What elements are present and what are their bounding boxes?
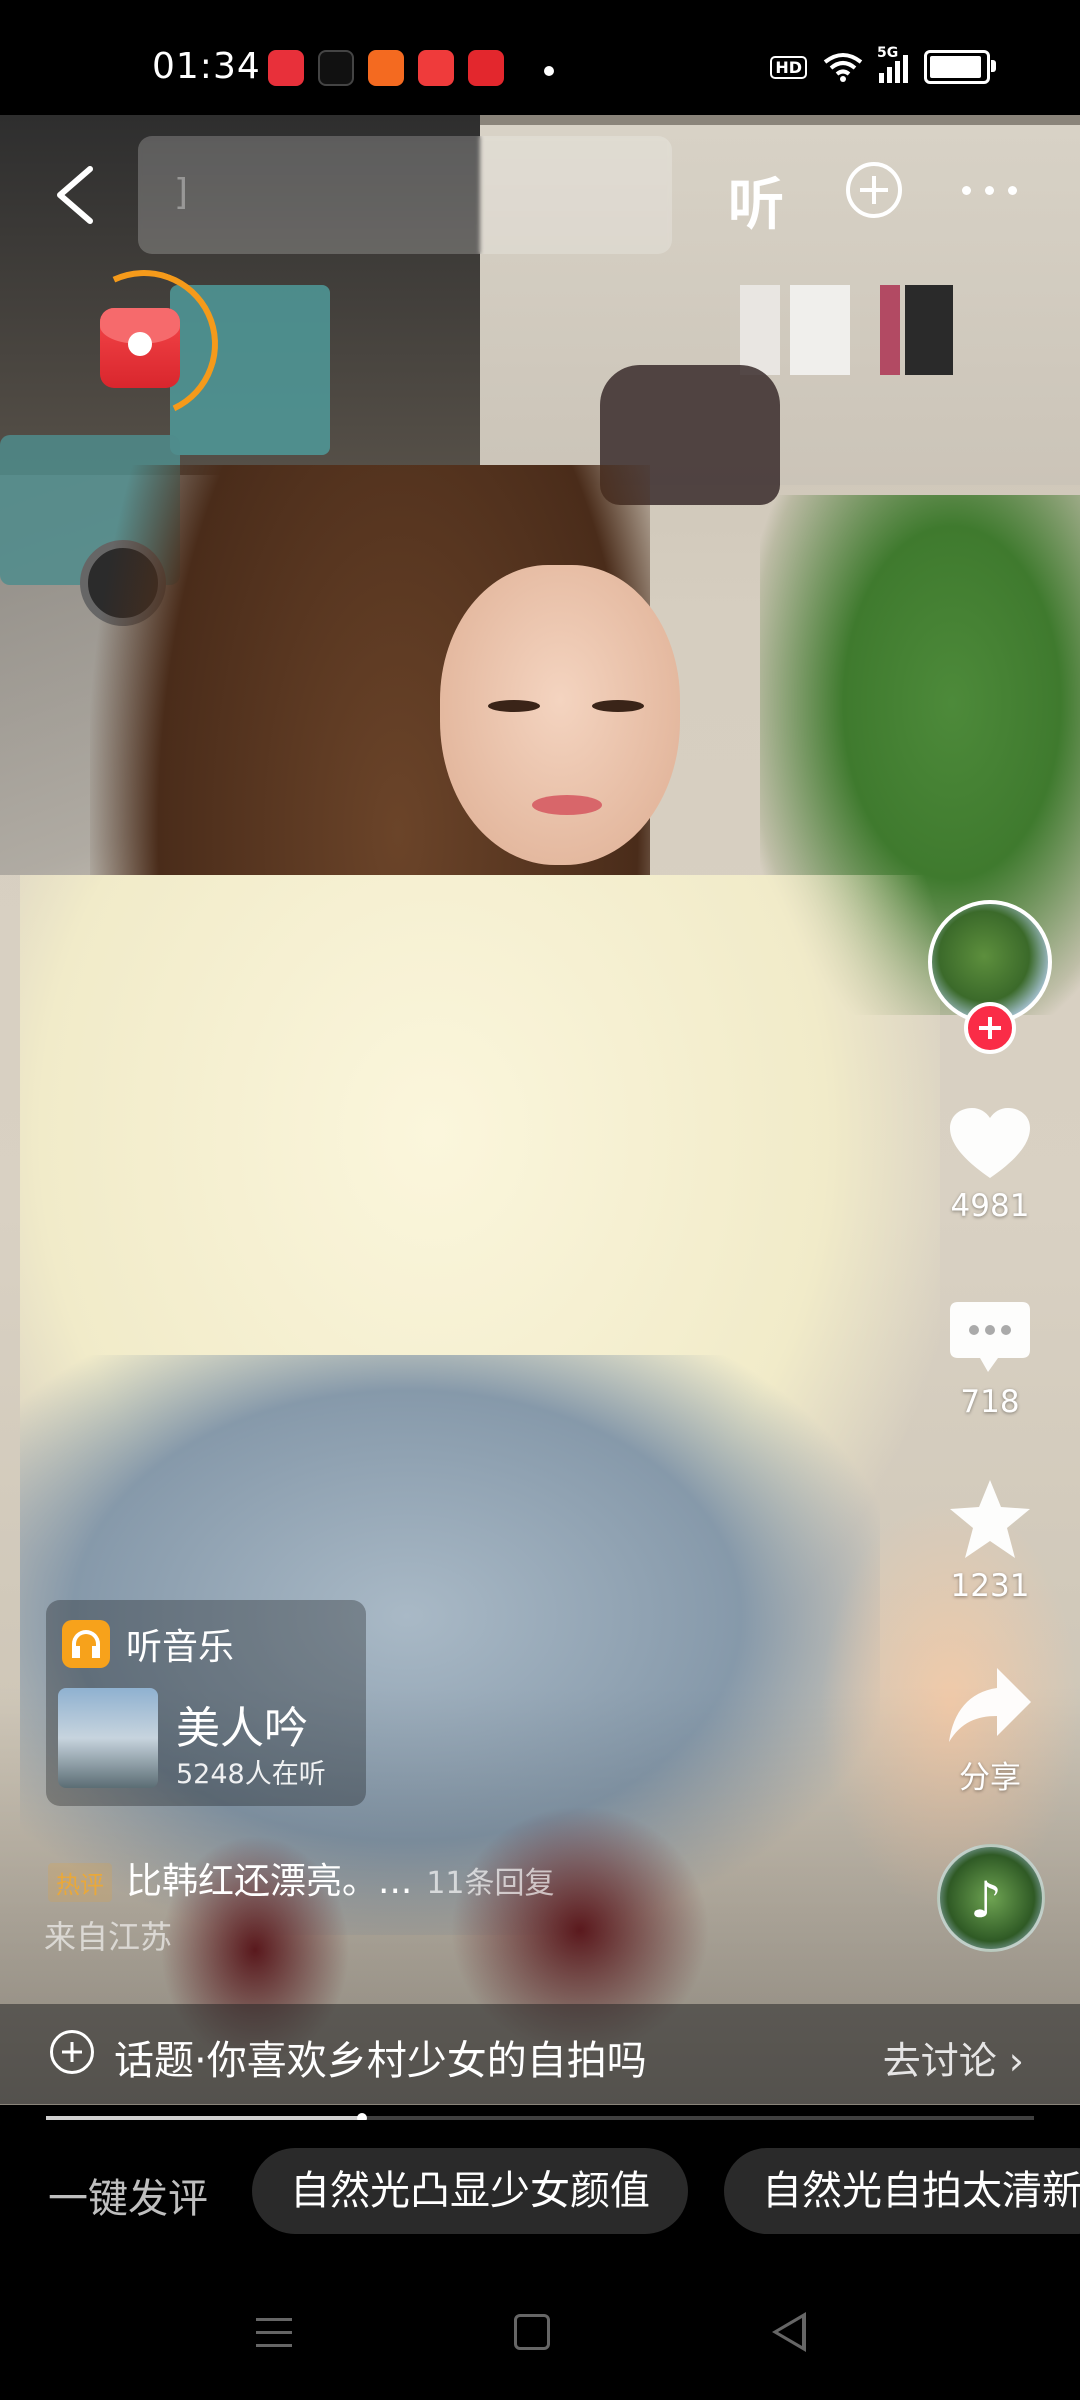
topic-text: 话题·你喜欢乡村少女的自拍吗: [114, 2038, 647, 2084]
red-packet-icon[interactable]: [49, 249, 239, 439]
star-icon: [950, 1480, 1030, 1558]
menu-icon[interactable]: [256, 2318, 292, 2357]
hot-comment-text: 比韩红还漂亮。...: [126, 1861, 413, 1902]
add-icon[interactable]: [846, 162, 902, 218]
reply-count[interactable]: 11条回复: [426, 1858, 554, 1902]
quick-comment-chip[interactable]: 自然光凸显少女颜值: [252, 2148, 688, 2234]
system-icons: HD 5G: [770, 45, 996, 84]
hanging-clothes: [905, 285, 953, 375]
song-cover: [58, 1688, 158, 1788]
favorite-button[interactable]: 1231: [928, 1478, 1052, 1604]
hanging-clothes: [880, 285, 900, 375]
song-title: 美人吟: [176, 1703, 308, 1754]
battery-icon: [924, 50, 996, 84]
back-icon[interactable]: [52, 165, 98, 225]
topic-plus-icon: [50, 2030, 94, 2074]
music-card-title: 听音乐: [126, 1627, 235, 1668]
listen-music-card[interactable]: 听音乐 美人吟 5248人在听: [46, 1600, 366, 1806]
search-placeholder: ]: [174, 172, 189, 213]
comment-count: 718: [960, 1384, 1020, 1420]
wifi-icon: [823, 53, 863, 82]
search-box[interactable]: ]: [138, 136, 672, 254]
location-origin: 来自江苏: [44, 1918, 173, 1956]
share-icon: [949, 1668, 1031, 1742]
music-note-icon: ♪: [970, 1871, 1002, 1929]
app-icon: [368, 50, 404, 86]
toutiao-icon: [468, 50, 504, 86]
quick-comment-label[interactable]: 一键发评: [48, 2166, 208, 2224]
comment-button[interactable]: 718: [928, 1300, 1052, 1420]
eye: [488, 700, 540, 712]
favorite-count: 1231: [950, 1568, 1030, 1604]
system-nav-bar: [0, 2270, 1080, 2400]
quick-comment-chip[interactable]: 自然光自拍太清新: [724, 2148, 1080, 2234]
notification-app-icons: [268, 50, 504, 86]
signal-icon: 5G: [877, 45, 908, 83]
status-bar: 01:34 HD 5G: [0, 0, 1080, 115]
eye: [592, 700, 644, 712]
music-card-header: 听音乐: [62, 1618, 234, 1670]
status-time: 01:34: [152, 46, 261, 87]
discuss-link[interactable]: 去讨论 ›: [883, 2030, 1024, 2085]
hot-comment[interactable]: 热评 比韩红还漂亮。... 11条回复: [48, 1852, 555, 1904]
app-icon: [268, 50, 304, 86]
tiktok-icon: [318, 50, 354, 86]
like-button[interactable]: 4981: [928, 1106, 1052, 1224]
lips: [532, 795, 602, 815]
video-app-icon: [418, 50, 454, 86]
listener-count: 5248人在听: [176, 1759, 326, 1790]
more-icon[interactable]: [962, 186, 1017, 195]
more-notifications-dot: [544, 66, 554, 76]
hot-comment-tag: 热评: [48, 1863, 112, 1902]
follow-plus-icon[interactable]: [964, 1002, 1016, 1054]
hd-icon: HD: [770, 55, 807, 79]
hanging-clothes: [790, 285, 850, 375]
share-button[interactable]: 分享: [928, 1666, 1052, 1797]
comment-icon: [950, 1302, 1030, 1372]
face: [440, 565, 680, 865]
like-count: 4981: [950, 1188, 1030, 1224]
headphones-icon: [62, 1620, 110, 1668]
quick-comment-row: 一键发评 自然光凸显少女颜值 自然光自拍太清新: [0, 2120, 1080, 2270]
home-icon[interactable]: [514, 2314, 550, 2350]
topic-bar[interactable]: 话题·你喜欢乡村少女的自拍吗 去讨论 ›: [0, 2004, 1080, 2104]
listen-button[interactable]: 听: [728, 160, 784, 241]
heart-icon: [950, 1108, 1030, 1178]
share-label: 分享: [959, 1760, 1021, 1796]
music-disc[interactable]: ♪: [937, 1844, 1045, 1952]
back-nav-icon[interactable]: [772, 2312, 806, 2352]
hanging-clothes: [740, 285, 780, 375]
